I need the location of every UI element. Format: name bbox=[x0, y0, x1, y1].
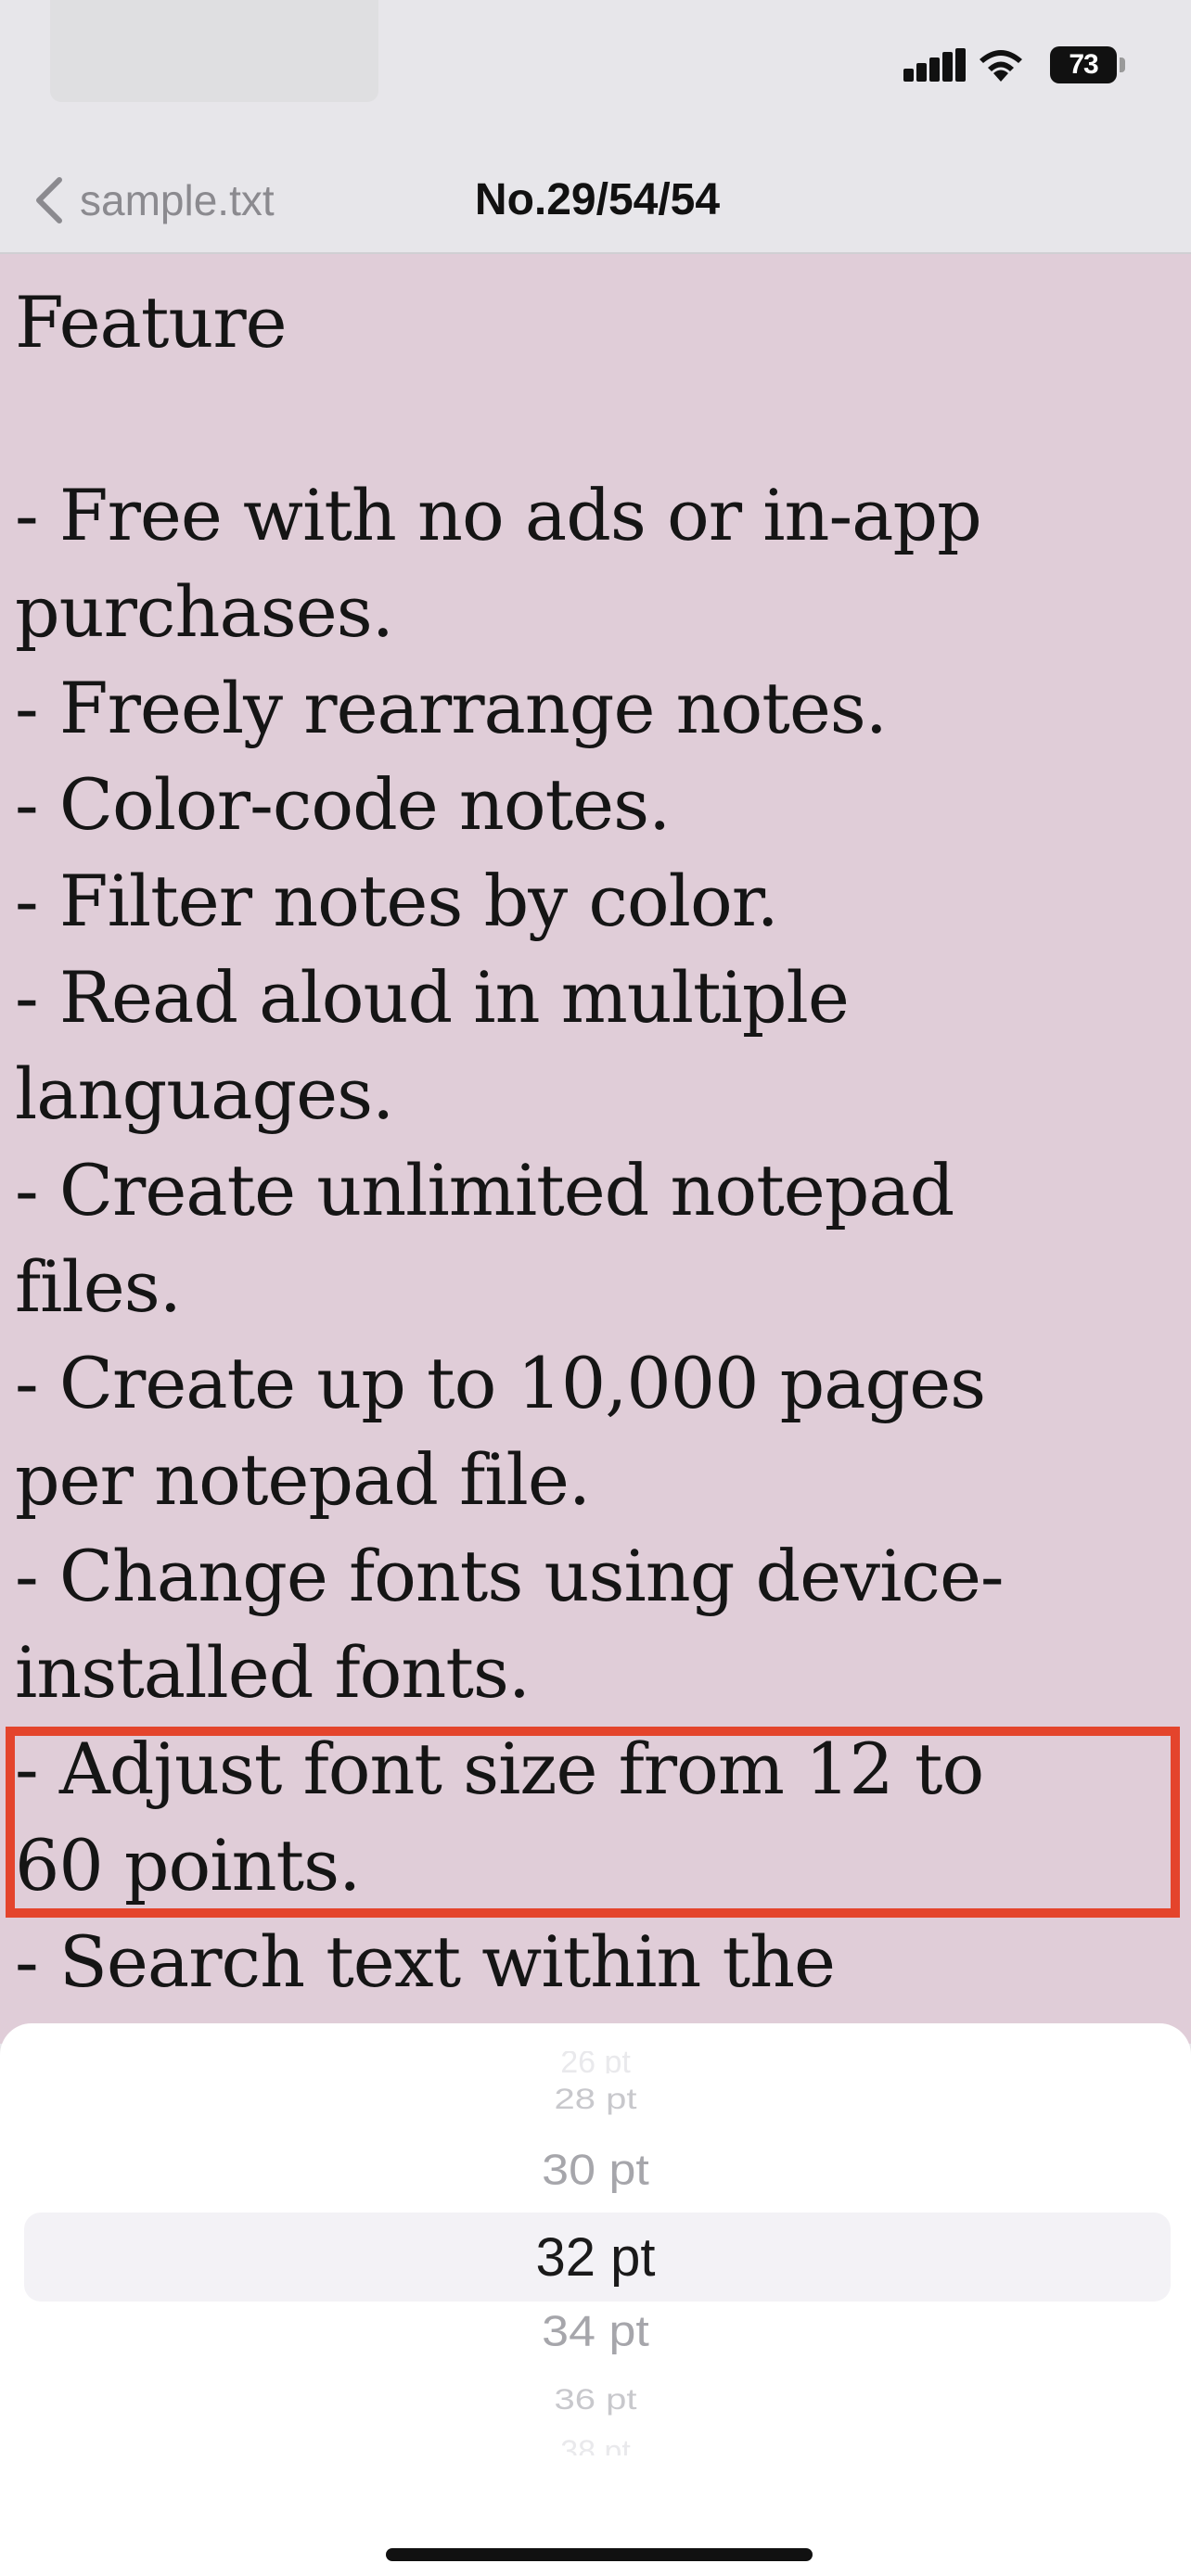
note-line: - Freely rearrange notes. bbox=[15, 667, 888, 749]
battery-level: 73 bbox=[1069, 49, 1098, 80]
note-line: - Read aloud in multiple bbox=[15, 956, 850, 1039]
picker-option[interactable]: 28 pt bbox=[0, 2082, 1191, 2116]
picker-option[interactable]: 38 pt bbox=[0, 2435, 1191, 2455]
chevron-left-icon bbox=[36, 177, 62, 223]
status-time-area bbox=[50, 0, 378, 102]
note-line bbox=[15, 371, 1184, 467]
back-label: sample.txt bbox=[80, 176, 275, 224]
back-button[interactable]: sample.txt bbox=[28, 148, 275, 252]
status-bar: 73 bbox=[0, 0, 1191, 148]
note-line: - Filter notes by color. bbox=[15, 860, 779, 942]
picker-option[interactable]: 26 pt bbox=[0, 2051, 1191, 2073]
note-line: languages. bbox=[15, 1052, 394, 1135]
wifi-icon bbox=[980, 50, 1022, 82]
cellular-signal-icon bbox=[903, 48, 966, 82]
home-indicator bbox=[386, 2548, 813, 2561]
note-line: files. bbox=[15, 1245, 182, 1328]
note-line: - Create up to 10,000 pages bbox=[15, 1342, 986, 1424]
picker-option[interactable]: 30 pt bbox=[0, 2145, 1191, 2195]
note-line: purchases. bbox=[15, 570, 394, 653]
picker-option-selected[interactable]: 32 pt bbox=[0, 2225, 1191, 2290]
page-title: No.29/54/54 bbox=[474, 175, 721, 224]
note-line: Feature bbox=[15, 281, 288, 363]
note-line: - Create unlimited notepad bbox=[15, 1149, 954, 1231]
note-line: - Color-code notes. bbox=[15, 763, 671, 846]
picker-option[interactable]: 34 pt bbox=[0, 2306, 1191, 2356]
note-line: - Change fonts using device- bbox=[15, 1535, 1005, 1617]
highlight-box bbox=[6, 1727, 1180, 1918]
battery-icon: 73 bbox=[1050, 46, 1117, 83]
battery-cap bbox=[1120, 57, 1125, 72]
note-line: installed fonts. bbox=[15, 1631, 531, 1714]
navigation-bar: sample.txt No.29/54/54 bbox=[0, 148, 1191, 254]
note-line: - Free with no ads or in-app bbox=[15, 474, 982, 556]
note-line: - Search text within the bbox=[15, 1920, 836, 2003]
note-line: per notepad file. bbox=[15, 1438, 591, 1521]
picker-option[interactable]: 36 pt bbox=[0, 2382, 1191, 2417]
